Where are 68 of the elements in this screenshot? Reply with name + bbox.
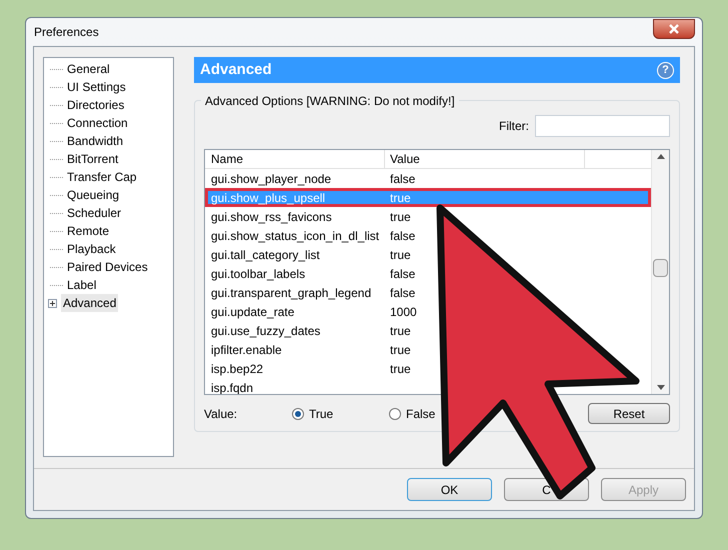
name-cell-text: gui.use_fuzzy_dates xyxy=(210,322,322,340)
radio-button[interactable] xyxy=(389,408,401,420)
table-row[interactable]: gui.update_rate 1000 xyxy=(205,302,651,321)
radio-label: True xyxy=(309,406,334,422)
category-item[interactable]: Connection xyxy=(65,114,130,132)
value-cell-text: false xyxy=(389,228,416,244)
value-label: Value: xyxy=(204,406,238,422)
category-item[interactable]: BitTorrent xyxy=(65,150,120,168)
category-item[interactable]: Bandwidth xyxy=(65,132,126,150)
category-item[interactable]: Transfer Cap xyxy=(65,168,139,186)
name-cell-text: gui.tall_category_list xyxy=(210,246,321,264)
name-cell-text: isp.bep22 xyxy=(210,360,264,378)
table-row[interactable]: isp.bep22 true xyxy=(205,359,651,378)
category-item[interactable]: Remote xyxy=(65,222,112,240)
table-row[interactable]: gui.tall_category_list true xyxy=(205,245,651,264)
value-cell-text: true xyxy=(389,190,411,206)
scroll-down-icon[interactable] xyxy=(656,385,664,390)
category-item[interactable]: Playback xyxy=(65,240,118,258)
scroll-thumb[interactable] xyxy=(653,259,668,277)
table-row[interactable]: gui.use_fuzzy_dates true xyxy=(205,321,651,340)
scroll-up-icon[interactable] xyxy=(656,154,664,159)
scrollbar[interactable] xyxy=(651,150,669,394)
name-cell-text: gui.toolbar_labels xyxy=(210,266,306,282)
column-header[interactable]: Name xyxy=(205,150,385,168)
category-item[interactable]: Directories xyxy=(65,96,126,114)
name-cell-text: gui.show_status_icon_in_dl_list xyxy=(210,228,380,244)
name-cell-text: gui.show_rss_favicons xyxy=(210,208,333,226)
name-cell-text: gui.show_player_node xyxy=(210,170,332,188)
category-item[interactable]: Paired Devices xyxy=(65,258,150,276)
category-item[interactable]: Queueing xyxy=(65,186,122,204)
name-cell-text: gui.update_rate xyxy=(210,304,296,320)
table-row[interactable]: gui.show_rss_favicons true xyxy=(205,207,651,226)
table-row[interactable]: gui.show_status_icon_in_dl_list false xyxy=(205,226,651,245)
filter-field[interactable] xyxy=(535,115,670,137)
value-cell-text: true xyxy=(389,360,411,378)
value-cell-text: true xyxy=(389,342,411,358)
column-header[interactable]: Value xyxy=(385,150,585,168)
name-cell-text: isp.fqdn xyxy=(210,380,254,394)
value-cell-text: 1000 xyxy=(389,304,417,320)
category-item[interactable]: Advanced xyxy=(61,294,118,312)
name-cell-text: ipfilter.enable xyxy=(210,342,283,358)
radio-button[interactable] xyxy=(292,408,304,420)
close-button[interactable] xyxy=(653,19,695,39)
category-item[interactable]: General xyxy=(65,60,112,78)
name-cell-text: gui.show_plus_upsell xyxy=(210,190,326,206)
value-cell-text: false xyxy=(389,266,416,282)
table-row[interactable]: gui.show_player_node false xyxy=(205,169,651,188)
table-row[interactable]: gui.toolbar_labels false xyxy=(205,264,651,283)
table-row[interactable]: ipfilter.enable true xyxy=(205,340,651,359)
value-cell-text: false xyxy=(389,170,416,188)
value-cell-text: true xyxy=(389,322,411,340)
reset-button[interactable]: Reset xyxy=(588,403,670,424)
table-row[interactable]: isp.fqdn xyxy=(205,378,651,394)
category-item[interactable]: UI Settings xyxy=(65,78,128,96)
filter-label: Filter: xyxy=(499,118,529,135)
name-cell-text: gui.transparent_graph_legend xyxy=(210,284,372,302)
close-icon xyxy=(669,24,679,34)
radio-label: False xyxy=(406,406,436,422)
expand-icon[interactable] xyxy=(48,298,57,308)
value-cell-text: true xyxy=(389,208,411,226)
category-item[interactable]: Scheduler xyxy=(65,204,124,222)
window-title: Preferences xyxy=(34,24,99,41)
dialog-button[interactable]: OK xyxy=(407,478,492,501)
category-item[interactable]: Label xyxy=(65,276,98,294)
table-row[interactable]: gui.transparent_graph_legend false xyxy=(205,283,651,302)
value-cell-text: false xyxy=(389,284,416,302)
value-cell-text: true xyxy=(389,246,411,264)
section-title: Advanced xyxy=(200,60,272,80)
